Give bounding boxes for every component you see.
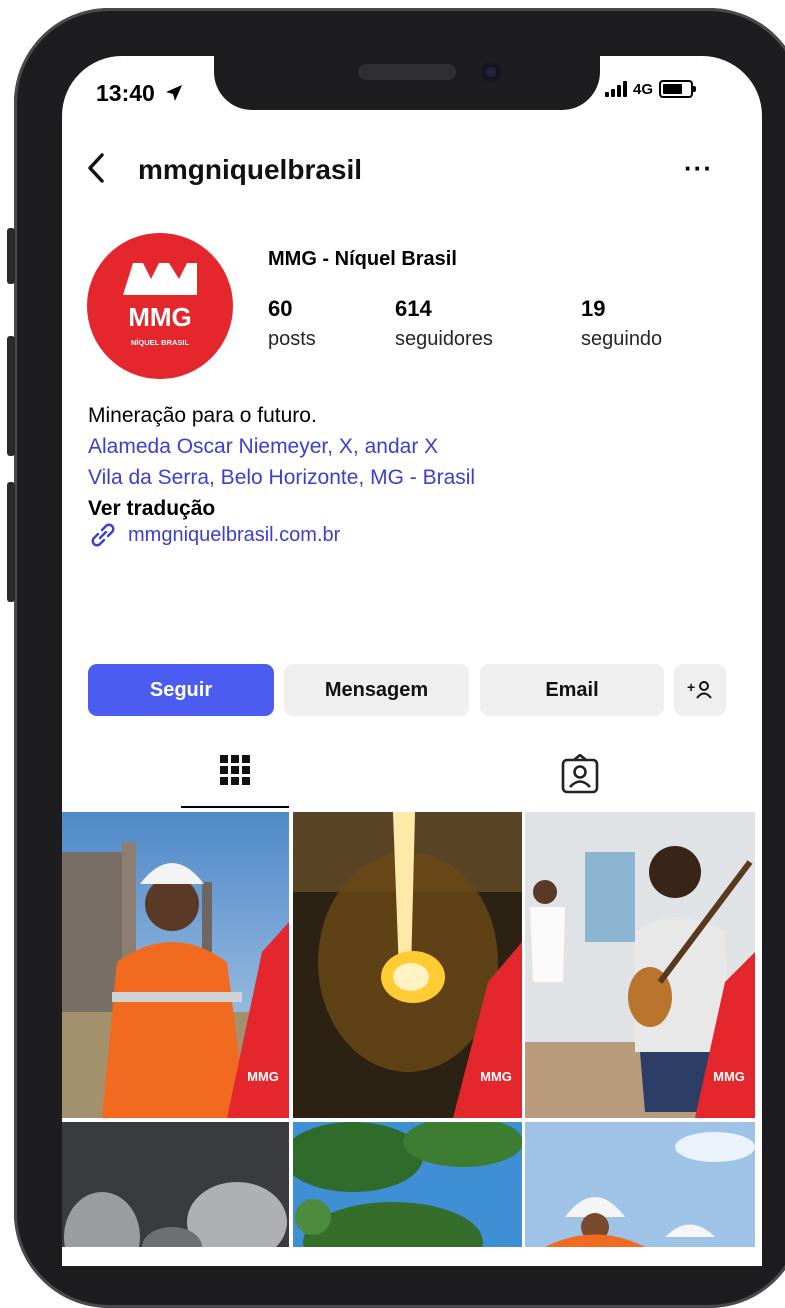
svg-text:+: + — [687, 679, 695, 695]
stat-followers-value: 614 — [395, 296, 432, 321]
bio-tagline: Mineração para o futuro. — [88, 404, 317, 427]
add-friend-button[interactable]: + — [674, 664, 726, 716]
profile-bio: Mineração para o futuro. Alameda Oscar N… — [88, 400, 475, 524]
tagged-icon — [561, 753, 599, 794]
stat-posts-label: posts — [268, 328, 316, 350]
profile-avatar[interactable]: MMG NÍQUEL BRASIL — [87, 233, 233, 379]
post-tile-2[interactable]: MMG — [293, 812, 522, 1118]
add-person-icon: + — [687, 679, 712, 699]
stat-followers-label: seguidores — [395, 328, 493, 350]
tab-posts-grid[interactable] — [181, 740, 289, 808]
post-tile-3[interactable]: MMG — [525, 812, 755, 1118]
profile-username: mmgniquelbrasil — [138, 154, 363, 185]
message-button[interactable]: Mensagem — [284, 664, 469, 716]
battery-icon — [659, 80, 697, 98]
mute-switch — [7, 228, 15, 284]
stat-posts-value: 60 — [268, 296, 293, 321]
post-2-brand-badge: MMG — [480, 1069, 512, 1084]
avatar-sub-text: NÍQUEL BRASIL — [131, 338, 190, 347]
back-icon[interactable] — [82, 150, 112, 186]
post-6-image — [525, 1122, 755, 1247]
stat-followers[interactable]: 614 seguidores — [395, 296, 493, 351]
grid-icon — [220, 755, 250, 785]
stat-posts[interactable]: 60 posts — [268, 296, 316, 351]
bio-address-line1[interactable]: Alameda Oscar Niemeyer, X, andar X — [88, 431, 475, 462]
volume-down-button — [7, 482, 15, 602]
display-name: MMG - Níquel Brasil — [268, 248, 457, 270]
volume-up-button — [7, 336, 15, 456]
avatar-brand-text: MMG — [128, 302, 192, 332]
website-link[interactable]: mmgniquelbrasil.com.br — [88, 522, 340, 548]
follow-button[interactable]: Seguir — [88, 664, 274, 716]
mmg-logo: MMG NÍQUEL BRASIL — [123, 263, 197, 347]
status-indicators: 4G — [605, 80, 697, 98]
email-button[interactable]: Email — [480, 664, 664, 716]
location-arrow-icon — [166, 85, 183, 101]
link-icon — [91, 523, 115, 547]
bio-address-line2[interactable]: Vila da Serra, Belo Horizonte, MG - Bras… — [88, 462, 475, 493]
post-tile-1[interactable]: MMG — [62, 812, 289, 1118]
post-5-image — [293, 1122, 522, 1247]
post-tile-6[interactable] — [525, 1122, 755, 1247]
stat-following-value: 19 — [581, 296, 606, 321]
website-text: mmgniquelbrasil.com.br — [128, 523, 341, 546]
see-translation-link[interactable]: Ver tradução — [88, 493, 475, 524]
front-camera — [481, 62, 501, 82]
status-time: 13:40 — [96, 80, 185, 107]
speaker-grille — [358, 64, 456, 80]
stat-following[interactable]: 19 seguindo — [581, 296, 662, 351]
signal-icon — [605, 81, 627, 97]
post-4-image — [62, 1122, 289, 1247]
post-tile-5[interactable] — [293, 1122, 522, 1247]
stat-following-label: seguindo — [581, 328, 663, 350]
post-3-brand-badge: MMG — [713, 1069, 745, 1084]
network-label: 4G — [633, 80, 654, 98]
tab-tagged[interactable] — [560, 753, 600, 794]
post-1-brand-badge: MMG — [247, 1069, 279, 1084]
post-tile-4[interactable] — [62, 1122, 289, 1247]
more-options-icon[interactable]: ··· — [684, 153, 713, 184]
